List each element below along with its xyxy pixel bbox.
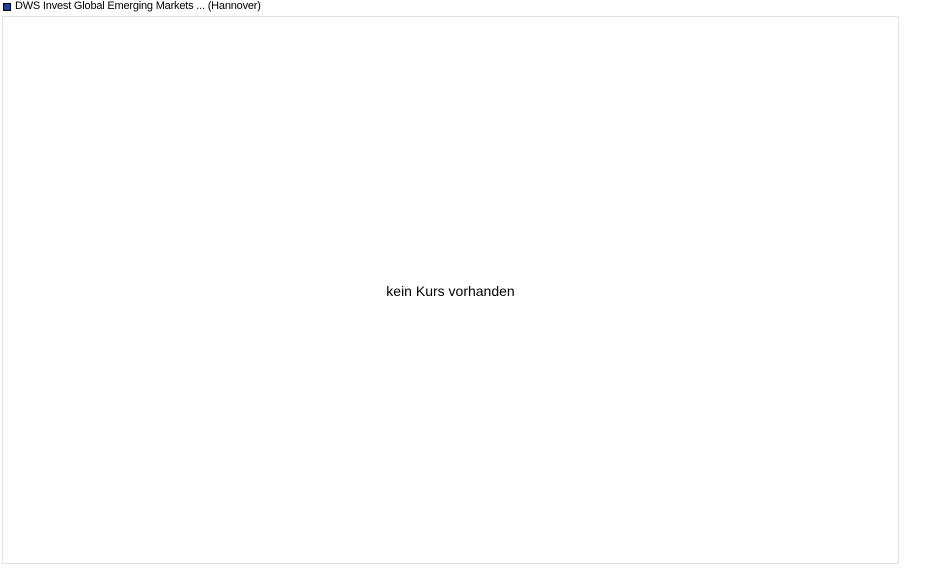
no-data-message: kein Kurs vorhanden: [386, 283, 515, 299]
chart-legend: DWS Invest Global Emerging Markets ... (…: [3, 0, 261, 13]
chart-plot-area: kein Kurs vorhanden: [2, 16, 899, 564]
legend-swatch-icon: [3, 2, 11, 11]
legend-series-name: DWS Invest Global Emerging Markets ... (…: [15, 0, 261, 12]
